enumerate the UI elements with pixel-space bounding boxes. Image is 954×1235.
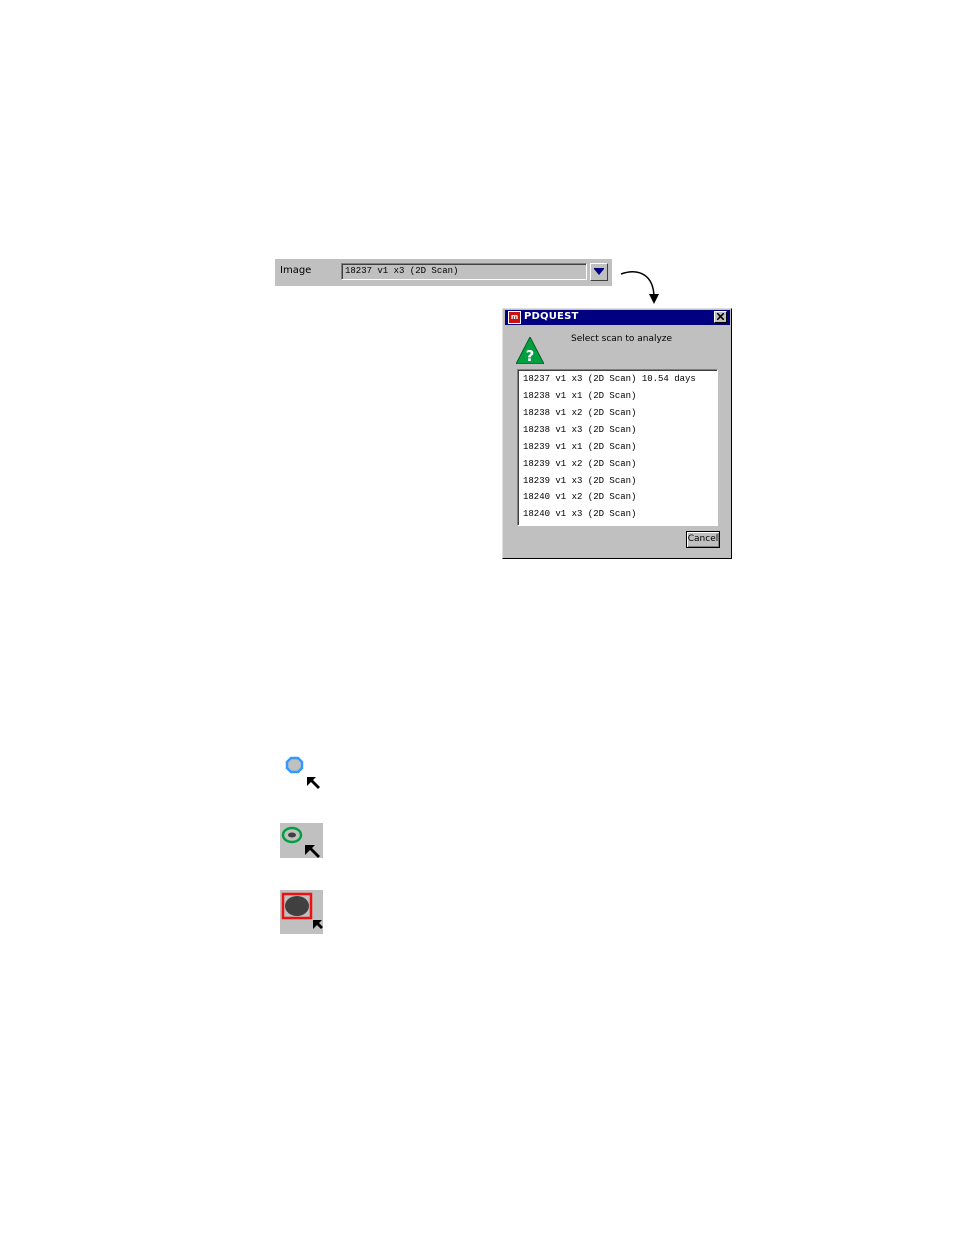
image-select-field[interactable]: 18237 v1 x3 (2D Scan) [341,263,587,280]
list-item[interactable]: 18239 v1 x1 (2D Scan) [523,440,636,454]
svg-text:?: ? [526,347,535,364]
list-item[interactable]: 18238 v1 x1 (2D Scan) [523,389,636,403]
green-spot-select-icon[interactable] [280,823,323,858]
image-dropdown-button[interactable] [590,263,608,281]
pdquest-app-icon: m [508,311,521,324]
list-item[interactable]: 18240 v1 x2 (2D Scan) [523,490,636,504]
red-box-spot-select-icon[interactable] [280,890,323,934]
dialog-prompt: Select scan to analyze [571,334,673,344]
question-icon: ? [516,337,544,364]
cancel-button[interactable]: Cancel [686,531,720,548]
list-item[interactable]: 18238 v1 x2 (2D Scan) [523,406,636,420]
image-selector-bar: Image 18237 v1 x3 (2D Scan) [275,259,612,286]
list-item[interactable]: 18237 v1 x3 (2D Scan) 10.54 days [523,372,696,386]
image-label: Image [280,265,312,276]
dialog-close-button[interactable] [714,311,727,323]
list-item[interactable]: 18239 v1 x2 (2D Scan) [523,457,636,471]
dialog-titlebar: m PDQUEST [505,310,730,325]
list-item[interactable]: 18238 v1 x3 (2D Scan) [523,423,636,437]
close-icon [717,313,724,320]
list-item[interactable]: 18239 v1 x3 (2D Scan) [523,474,636,488]
dialog-title: PDQUEST [524,311,579,322]
chevron-down-icon [594,268,604,275]
scan-listbox[interactable]: 18237 v1 x3 (2D Scan) 10.54 days 18238 v… [517,369,718,526]
blue-spot-select-icon[interactable] [283,755,323,789]
select-scan-dialog: m PDQUEST ? Select scan to analyze 18237… [502,308,732,559]
list-item[interactable]: 18240 v1 x3 (2D Scan) [523,507,636,521]
curved-arrow-icon [620,271,659,304]
